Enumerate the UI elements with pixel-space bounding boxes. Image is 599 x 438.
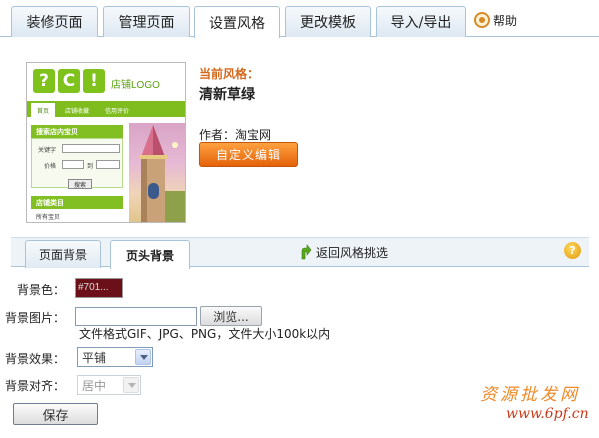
preview-category-item: 所有宝贝 — [36, 215, 61, 221]
preview-castle-illustration — [129, 123, 185, 222]
preview-nav-item: 店铺收藏 — [65, 108, 90, 115]
watermark: 资源批发网 www.6pf.cn — [480, 380, 589, 422]
preview-nav-item: 信用评价 — [105, 108, 130, 115]
style-author: 作者：淘宝网 — [199, 128, 272, 142]
tab-decorate-page[interactable]: 装修页面 — [11, 6, 98, 37]
tab-header-background[interactable]: 页头背景 — [110, 240, 190, 269]
bg-color-picker[interactable]: #701... — [75, 278, 123, 298]
preview-search-panel: 关键字 价格 到 搜索 — [31, 138, 123, 189]
top-tab-bar: 装修页面 管理页面 设置风格 更改模板 导入/导出 帮助 — [0, 0, 599, 38]
background-tab-bar: 页面背景 页头背景 返回风格挑选 ? — [11, 237, 589, 269]
watermark-url: www.6pf.cn — [506, 406, 589, 422]
preview-logo: ? C ! — [33, 69, 105, 95]
preview-nav-home: 首页 — [31, 103, 55, 117]
tab-manage-page[interactable]: 管理页面 — [103, 6, 190, 37]
bg-effect-value: 平铺 — [82, 350, 107, 365]
preview-price-min — [62, 160, 84, 169]
castle-icon — [139, 125, 185, 222]
preview-price-label: 价格 — [44, 164, 57, 170]
bg-image-label: 背景图片： — [5, 311, 66, 325]
save-button[interactable]: 保存 — [13, 403, 98, 425]
bg-effect-label: 背景效果： — [5, 352, 66, 366]
chevron-down-icon — [123, 377, 139, 393]
preview-category-title: 店铺类目 — [31, 196, 123, 209]
file-format-hint: 文件格式GIF、JPG、PNG，文件大小100k以内 — [79, 327, 331, 341]
preview-logo-text: 店铺LOGO — [111, 80, 160, 91]
current-style-name: 清新草绿 — [199, 87, 255, 103]
back-to-style-list-link[interactable]: 返回风格挑选 — [299, 242, 388, 262]
preview-search-title: 搜索店内宝贝 — [31, 125, 123, 138]
tab-set-style[interactable]: 设置风格 — [194, 6, 280, 38]
preview-logo-letter: C — [58, 69, 80, 93]
preview-price-max — [96, 160, 120, 169]
chevron-down-icon — [135, 349, 151, 365]
tab-change-template[interactable]: 更改模板 — [285, 6, 371, 37]
preview-logo-letter: ? — [33, 69, 55, 93]
preview-search-button: 搜索 — [68, 179, 92, 189]
back-link-label: 返回风格挑选 — [316, 245, 389, 260]
tab-page-background[interactable]: 页面背景 — [25, 240, 101, 268]
current-style-label: 当前风格： — [199, 67, 260, 81]
help-lifebuoy-icon — [474, 12, 490, 28]
preview-logo-letter: ! — [83, 69, 105, 93]
bg-color-label: 背景色： — [16, 283, 65, 297]
help-link[interactable]: 帮助 — [474, 10, 517, 30]
preview-price-to: 到 — [87, 164, 94, 170]
bg-align-select: 居中 — [77, 375, 141, 395]
question-help-icon[interactable]: ? — [564, 242, 581, 259]
help-label: 帮助 — [493, 13, 518, 28]
bg-image-file-field[interactable] — [75, 307, 197, 326]
preview-nav-bar: 首页 店铺收藏 信用评价 — [27, 101, 185, 117]
tab-import-export[interactable]: 导入/导出 — [376, 6, 466, 37]
green-return-arrow-icon — [299, 244, 312, 260]
custom-edit-button[interactable]: 自定义编辑 — [199, 142, 298, 167]
watermark-text: 资源批发网 — [480, 385, 580, 405]
bg-color-value: #701... — [78, 282, 109, 293]
browse-button[interactable]: 浏览... — [200, 306, 262, 326]
preview-keyword-label: 关键字 — [38, 148, 57, 154]
bg-align-label: 背景对齐： — [5, 379, 66, 393]
bg-align-value: 居中 — [82, 378, 107, 393]
preview-keyword-input — [62, 144, 120, 153]
bg-effect-select[interactable]: 平铺 — [77, 347, 153, 367]
style-preview-image: ? C ! 店铺LOGO 首页 店铺收藏 信用评价 搜索店内宝贝 关键字 价格 … — [26, 62, 186, 223]
